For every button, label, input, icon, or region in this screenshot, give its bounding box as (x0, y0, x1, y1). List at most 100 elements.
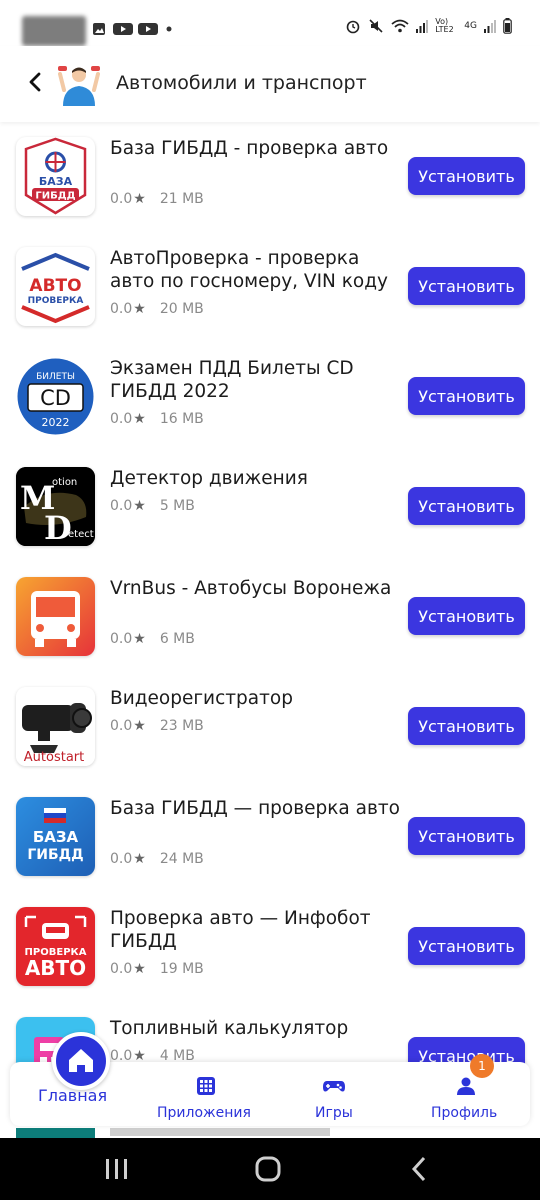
icon-text: ГИБДД (27, 847, 83, 863)
icon-text: etect (68, 529, 94, 540)
app-rating: 0.0 (110, 498, 133, 514)
image-icon (93, 23, 105, 35)
app-name: Экзамен ПДД Билеты CD ГИБДД 2022 (110, 358, 354, 402)
app-size: 16 MB (159, 411, 204, 427)
list-item[interactable]: ПРОВЕРКА АВТО Проверка авто — Инфобот ГИ… (0, 895, 540, 1005)
app-size: 19 MB (159, 961, 204, 977)
app-size: 23 MB (159, 718, 204, 734)
app-meta: 0.0 ★ 21 MB (110, 191, 204, 207)
avto-proverka-icon: АВТО ПРОВЕРКА (16, 247, 95, 326)
app-meta: 0.0 ★ 16 MB (110, 411, 204, 427)
svg-text:ГИБДД: ГИБДД (35, 191, 75, 202)
app-rating: 0.0 (110, 718, 133, 734)
star-icon: ★ (133, 851, 146, 867)
install-button[interactable]: Установить (408, 597, 525, 635)
app-meta: 0.0 ★ 19 MB (110, 961, 204, 977)
app-size: 6 MB (159, 631, 195, 647)
app-meta: 0.0 ★ 23 MB (110, 718, 204, 734)
gibdd-badge-icon: БАЗА ГИБДД (16, 137, 95, 216)
install-button[interactable]: Установить (408, 817, 525, 855)
list-item[interactable]: Autostart Видеорегистратор 0.0 ★ 23 MB Ус… (0, 675, 540, 785)
icon-text: CD (40, 386, 71, 410)
icon-text: ПРОВЕРКА (28, 296, 84, 306)
arrow-left-icon[interactable] (24, 70, 48, 94)
app-size: 20 MB (159, 301, 204, 317)
star-icon: ★ (133, 301, 146, 317)
signal-icon (416, 20, 429, 33)
svg-text:D: D (44, 509, 72, 546)
signal-icon (484, 20, 496, 33)
bottom-navigation: Главная Приложения Игры 1 Профиль (10, 1032, 530, 1126)
battery-icon (503, 18, 512, 34)
star-icon: ★ (133, 718, 146, 734)
back-nav-icon[interactable] (410, 1156, 428, 1182)
icon-text: 2022 (42, 416, 70, 429)
recent-apps-icon[interactable] (104, 1158, 130, 1180)
install-button[interactable]: Установить (408, 707, 525, 745)
star-icon: ★ (133, 498, 146, 514)
dot-icon (166, 26, 172, 32)
icon-text: Autostart (24, 750, 84, 765)
home-nav-icon[interactable] (255, 1156, 281, 1182)
app-meta: 0.0 ★ 20 MB (110, 301, 204, 317)
infobot-icon: ПРОВЕРКА АВТО (16, 907, 95, 986)
nav-label-profile[interactable]: Профиль (431, 1105, 497, 1121)
app-size: 21 MB (159, 191, 204, 207)
install-button[interactable]: Установить (408, 487, 525, 525)
youtube-icon (113, 23, 133, 35)
dashcam-icon: Autostart (16, 687, 95, 766)
gamepad-icon[interactable] (322, 1076, 346, 1096)
motion-detect-icon: M otion D etect (16, 467, 95, 546)
app-name: База ГИБДД - проверка авто (110, 138, 389, 159)
app-size: 24 MB (159, 851, 204, 867)
next-app-name-peek (110, 1128, 330, 1136)
star-icon: ★ (133, 191, 146, 207)
app-name: Детектор движения (110, 468, 308, 489)
app-rating: 0.0 (110, 631, 133, 647)
nav-label-apps[interactable]: Приложения (157, 1105, 251, 1121)
app-name: База ГИБДД — проверка авто (110, 798, 400, 819)
app-rating: 0.0 (110, 301, 133, 317)
network-label-b: 4G (464, 21, 477, 31)
status-bar: Vo) LTE2 4G (0, 0, 540, 46)
app-meta: 0.0 ★ 5 MB (110, 498, 195, 514)
svg-text:БАЗА: БАЗА (39, 175, 73, 188)
bus-icon (16, 577, 95, 656)
install-button[interactable]: Установить (408, 157, 525, 195)
status-right: Vo) LTE2 4G (345, 18, 512, 34)
list-item[interactable]: БАЗА ГИБДД База ГИБДД — проверка авто 0.… (0, 785, 540, 895)
app-header: Автомобили и транспорт (0, 46, 540, 122)
app-rating: 0.0 (110, 961, 133, 977)
install-button[interactable]: Установить (408, 927, 525, 965)
mute-icon (369, 19, 383, 33)
list-item[interactable]: VrnBus - Автобусы Воронежа 0.0 ★ 6 MB Уст… (0, 565, 540, 675)
install-button[interactable]: Установить (408, 377, 525, 415)
nav-label-home[interactable]: Главная (38, 1086, 107, 1105)
app-size: 5 MB (159, 498, 195, 514)
list-item[interactable]: БИЛЕТЫ CD 2022 Экзамен ПДД Билеты CD ГИБ… (0, 345, 540, 455)
install-button[interactable]: Установить (408, 267, 525, 305)
icon-text: БИЛЕТЫ (36, 372, 75, 382)
list-item[interactable]: АВТО ПРОВЕРКА АвтоПроверка - проверка ав… (0, 235, 540, 345)
wifi-icon (391, 19, 409, 33)
list-item[interactable]: БАЗА ГИБДД База ГИБДД - проверка авто 0.… (0, 125, 540, 235)
app-name: Проверка авто — Инфобот ГИБДД (110, 908, 371, 952)
page-title: Автомобили и транспорт (116, 72, 367, 94)
home-icon (69, 1049, 93, 1072)
youtube-icon (138, 23, 158, 35)
apps-grid-icon[interactable] (196, 1076, 216, 1096)
app-name: VrnBus - Автобусы Воронежа (110, 578, 392, 599)
alarm-icon (346, 20, 360, 34)
person-holding-car-icon (58, 66, 100, 106)
blurred-clock (22, 16, 86, 46)
app-name: АвтоПроверка - проверка авто по госномер… (110, 248, 388, 292)
home-button[interactable] (52, 1032, 110, 1090)
icon-text: АВТО (29, 276, 81, 296)
list-item[interactable]: M otion D etect Детектор движения 0.0 ★ 5… (0, 455, 540, 565)
gibdd-flag-icon: БАЗА ГИБДД (16, 797, 95, 876)
next-app-icon-peek (16, 1128, 95, 1138)
profile-icon[interactable] (456, 1076, 476, 1096)
nav-label-games[interactable]: Игры (315, 1105, 353, 1121)
star-icon: ★ (133, 411, 146, 427)
app-meta: 0.0 ★ 24 MB (110, 851, 204, 867)
